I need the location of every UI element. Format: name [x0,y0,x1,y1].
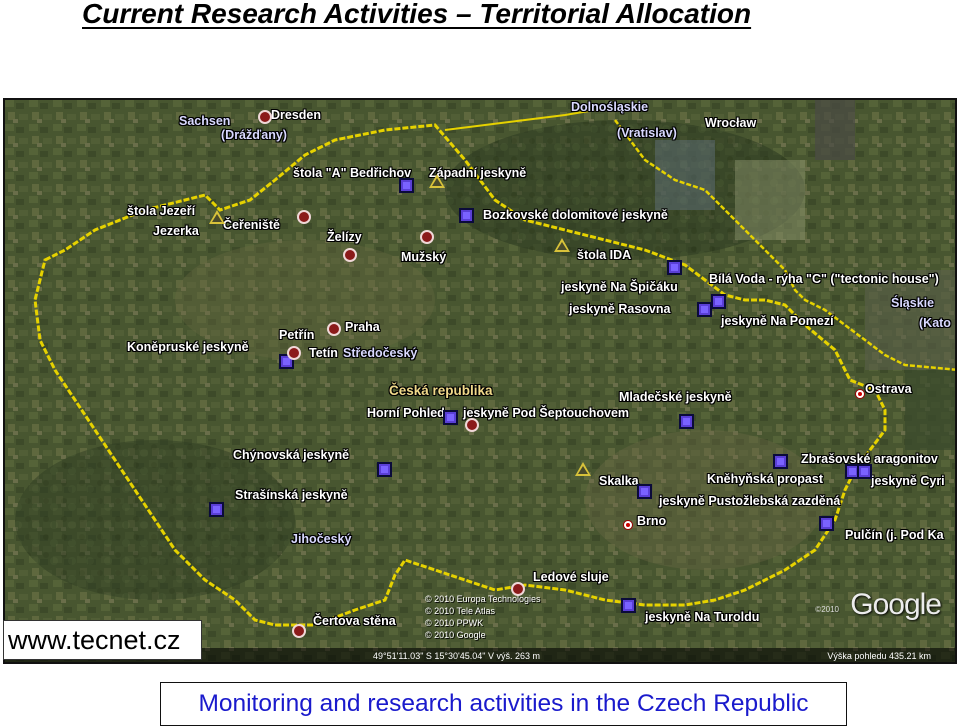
label-praha: Praha [345,320,380,334]
label-vratislav: (Vratislav) [617,126,677,140]
marker-square[interactable] [399,178,414,193]
label-skalka: Skalka [599,474,639,488]
label-katowice: (Kato [919,316,951,330]
label-dolnoslaskie: Dolnośląskie [571,100,649,114]
label-stredocesky: Středočeský [343,346,418,360]
label-dresden: Dresden [271,108,322,122]
label-jihocesky: Jihočeský [291,532,352,546]
marker-square[interactable] [857,464,872,479]
label-knehynska: Kněhyňská propast [707,472,824,486]
marker-dot[interactable] [420,230,434,244]
label-strasinska: Strašínská jeskyně [235,488,348,502]
label-spicaku: jeskyně Na Špičáku [561,280,678,294]
marker-dot[interactable] [258,110,272,124]
label-zelizy: Želízy [327,230,362,244]
label-rasovna: jeskyně Rasovna [569,302,671,316]
label-wroclaw: Wrocław [705,116,757,130]
label-pulcin: Pulčín (j. Pod Ka [845,528,944,542]
label-cyril: jeskyně Cyri [871,474,945,488]
label-stola-a: štola "A" Bedřichov [293,166,412,180]
map-terrain [5,100,955,662]
marker-square[interactable] [667,260,682,275]
marker-dot[interactable] [297,210,311,224]
marker-square[interactable] [711,294,726,309]
label-stola-jezeri: štola Jezeří [127,204,196,218]
label-certova: Čertova stěna [313,614,396,628]
marker-square[interactable] [209,502,224,517]
label-pomezi: jeskyně Na Pomezí [721,314,834,328]
city-pin[interactable] [623,520,633,530]
label-petrin: Petřín [279,328,315,342]
satellite-map[interactable]: Sachsen (Drážďany) Dresden Dolnośląskie … [3,98,957,664]
marker-square[interactable] [459,208,474,223]
label-bozkovske: Bozkovské dolomitové jeskyně [483,208,668,222]
status-coordinates: 49°51'11.03" S 15°30'45.04" V výš. 263 m [373,651,540,661]
label-mladecske: Mladečské jeskyně [619,390,732,404]
marker-square[interactable] [443,410,458,425]
label-horni-pohled: Horní Pohled [367,406,445,420]
marker-square[interactable] [637,484,652,499]
marker-square[interactable] [679,414,694,429]
label-brno: Brno [637,514,667,528]
label-sachsen: Sachsen [179,114,231,128]
label-chynovska: Chýnovská jeskyně [233,448,350,462]
marker-dot[interactable] [465,418,479,432]
status-eye-altitude: Výška pohledu 435.21 km [827,651,931,661]
marker-square[interactable] [819,516,834,531]
label-ledove: Ledové sluje [533,570,609,584]
marker-square[interactable] [377,462,392,477]
marker-triangle[interactable] [429,174,445,188]
marker-square[interactable] [621,598,636,613]
website-label: www.tecnet.cz [3,620,202,660]
label-ceska-republika: Česká republika [389,383,493,398]
label-stola-ida: štola IDA [577,248,632,262]
google-year: ©2010 [815,605,839,614]
caption-box: Monitoring and research activities in th… [160,682,847,726]
label-slaskie: Śląskie [891,296,935,310]
label-konepruske: Koněpruské jeskyně [127,340,249,354]
marker-triangle[interactable] [575,462,591,476]
label-septouchovem: jeskyně Pod Šeptouchovem [463,406,630,420]
marker-square[interactable] [773,454,788,469]
marker-dot[interactable] [327,322,341,336]
label-ostrava: Ostrava [865,382,912,396]
city-pin[interactable] [855,389,865,399]
page-title: Current Research Activities – Territoria… [82,0,752,29]
marker-dot[interactable] [292,624,306,638]
google-logo: Google [850,588,942,621]
marker-square[interactable] [697,302,712,317]
marker-triangle[interactable] [209,210,225,224]
label-turoldu: jeskyně Na Turoldu [645,610,760,624]
marker-triangle[interactable] [554,238,570,252]
label-drazdany: (Drážďany) [221,128,287,142]
label-bila-voda: Bílá Voda - rýha "C" ("tectonic house") [709,272,939,286]
label-pustozlebska: jeskyně Pustožlebská zazděná [659,494,841,508]
label-cerenisti: Čeřeniště [223,218,280,232]
marker-dot[interactable] [343,248,357,262]
label-muzsky: Mužský [401,250,447,264]
label-jezerka: Jezerka [153,224,199,238]
marker-dot[interactable] [287,346,301,360]
map-copyright: © 2010 Europa Technologies © 2010 Tele A… [425,594,541,640]
label-tetin: Tetín [309,346,338,360]
